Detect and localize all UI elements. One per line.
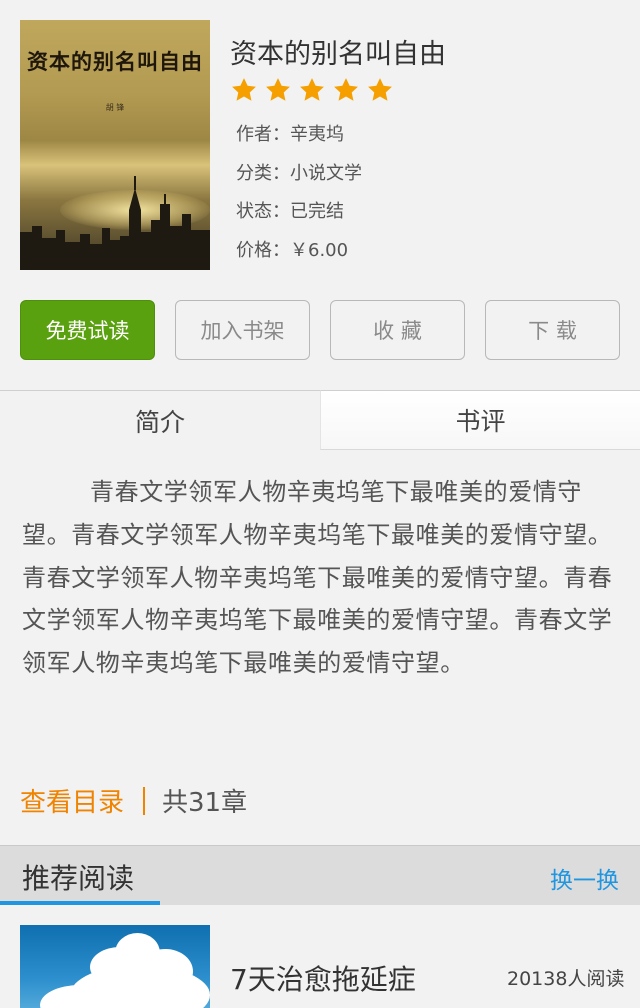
cover-author: 胡 锋 [105,103,125,112]
star-icon [300,78,324,101]
view-catalog-link[interactable]: 查看目录 [20,782,124,819]
status-row: 状态：已完结 [236,197,344,223]
book-cover[interactable]: 资本的别名叫自由 胡 锋 [20,20,210,270]
chapter-count: 共31章 [162,788,248,818]
star-icon [232,78,256,101]
free-read-button[interactable]: 免费试读 [20,300,155,360]
intro-text: 青春文学领军人物辛夷坞笔下最唯美的爱情守望。青春文学领军人物辛夷坞笔下最唯美的爱… [22,478,613,678]
favorite-button[interactable]: 收 藏 [330,300,465,360]
recommend-book-readers: 20138人阅读 [507,968,625,990]
recommend-title-underline [0,901,160,905]
category-label: 分类： [236,163,290,184]
cover-city-skyline [20,176,210,270]
author-row: 作者：辛夷坞 [236,120,344,146]
status-label: 状态： [236,201,290,222]
book-title: 资本的别名叫自由 [230,39,446,70]
author-value: 辛夷坞 [290,124,344,145]
add-to-shelf-button[interactable]: 加入书架 [175,300,310,360]
price-value: ￥6.00 [290,240,349,261]
author-label: 作者： [236,124,290,145]
catalog-divider [143,787,145,815]
tab-intro[interactable]: 简介 [0,390,320,450]
star-icon [266,78,290,101]
cover-title: 资本的别名叫自由 [27,49,203,74]
recommend-book-title[interactable]: 7天治愈拖延症 [230,958,416,998]
tab-review[interactable]: 书评 [320,390,640,450]
book-detail-page: 资本的别名叫自由 胡 锋 资本的别名叫自由 作者：辛夷坞 分类：小说文学 状态：… [0,0,640,1008]
star-icon [368,78,392,101]
star-icon [334,78,358,101]
price-row: 价格：￥6.00 [236,236,348,262]
recommend-book-cover[interactable] [20,925,210,1008]
rating-stars [230,76,394,104]
download-button[interactable]: 下 载 [485,300,620,360]
refresh-recommend-button[interactable]: 换一换 [550,861,619,895]
category-row: 分类：小说文学 [236,159,362,185]
status-value: 已完结 [290,201,344,222]
price-label: 价格： [236,240,290,261]
recommend-title: 推荐阅读 [22,862,135,895]
category-value: 小说文学 [290,163,362,184]
